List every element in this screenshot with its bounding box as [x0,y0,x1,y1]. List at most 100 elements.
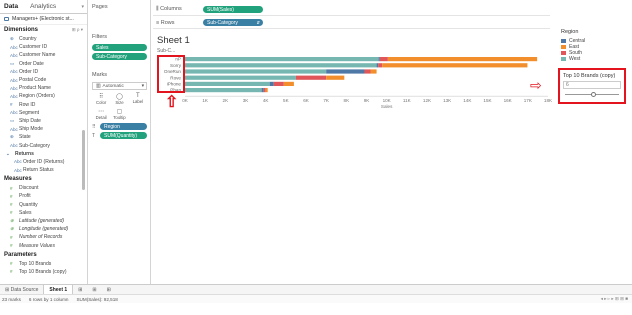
pages-drop-area[interactable] [89,12,150,26]
bar-segment[interactable] [387,57,538,62]
sum-quantity-pill[interactable]: SUM(Quantity) [100,132,147,139]
bar-segment[interactable] [382,63,528,68]
bar-chart: nPSorryOneRunRoveiPhonePhan0K 1K 2K 3K 4K 5K 6… [164,57,553,109]
parameter-field[interactable]: # Top 10 Brands (copy) [0,268,87,276]
measure-field[interactable]: # Profit [0,192,87,200]
status-nav-icons[interactable]: ◂ ▸ ▹ ▸ ⊞ ⊞ ■ [601,296,628,302]
measure-field[interactable]: # Measure Values [0,242,87,250]
measure-field[interactable]: # Discount [0,184,87,192]
tab-data[interactable]: Data [4,3,18,10]
returns-field[interactable]: Abc Return Status [0,166,87,174]
group-expand-icon[interactable]: ⌄ [6,151,15,157]
columns-pill[interactable]: SUM(Sales) [203,6,263,13]
color-button[interactable]: ⠿ Color [92,93,110,105]
cards-column: Pages Filters Sales Sub-Category Marks ▥… [89,0,151,284]
bar-segment[interactable] [283,81,294,86]
rows-shelf[interactable]: ≡ Rows Sub-Category ⇵ [153,17,550,29]
bar-segment[interactable] [185,63,377,68]
bar-segment[interactable] [185,75,296,80]
new-story-icon[interactable]: ⊞ [102,287,116,293]
bar-segment[interactable] [295,75,327,80]
field-label: Segment [19,109,40,116]
tab-data-source[interactable]: ⊞ Data Source [0,287,43,293]
parameter-control: Top 10 Brands (copy) 6 [558,68,626,104]
data-pane-scrollbar[interactable] [82,130,85,190]
bar-segment[interactable] [185,81,270,86]
parameter-input[interactable]: 6 [563,81,621,89]
datasource-item[interactable]: Managers+ (Electronic st... [0,14,87,25]
bar-segment[interactable] [185,88,262,93]
dimension-field[interactable]: Abc Customer ID [0,43,87,51]
tab-analytics[interactable]: Analytics [30,3,56,10]
returns-field[interactable]: Abc Order ID (Returns) [0,158,87,166]
bar-segment[interactable] [376,63,379,68]
region-pill[interactable]: Region [100,123,147,130]
bar-segment[interactable] [326,69,365,74]
mark-type-select[interactable]: ▥ Automatic ▾ [92,82,147,90]
size-button[interactable]: ◯ Size [110,93,128,105]
bar-segment[interactable] [269,81,274,86]
field-label: Country [19,36,37,43]
dimension-field[interactable]: Abc Order ID [0,68,87,76]
new-worksheet-icon[interactable]: ⊞ [73,287,87,293]
status-rows-cols: 6 rows by 1 column [28,296,69,302]
measure-field[interactable]: ⊕ Latitude (generated) [0,217,87,225]
pane-menu-icon[interactable]: ▾ [81,4,84,10]
measure-field[interactable]: ⊕ Longitude (generated) [0,225,87,233]
columns-shelf[interactable]: ⫼ Columns SUM(Sales) [153,4,550,16]
x-tick-label: 15K [483,98,492,103]
returns-group[interactable]: ⌄ Returns [0,150,87,158]
bar-segment[interactable] [378,57,380,62]
measure-field[interactable]: # Quantity [0,201,87,209]
filter-pill-sales[interactable]: Sales [92,44,147,51]
measure-field[interactable]: # Sales [0,209,87,217]
dimension-field[interactable]: ▭ Ship Date [0,117,87,125]
mark-field-region[interactable]: ⠿ Region [92,123,147,130]
rows-pill[interactable]: Sub-Category ⇵ [203,19,263,26]
marks-card-title: Marks [92,72,107,78]
dimensions-tools[interactable]: ⊞ ρ ▾ [72,27,83,33]
dimension-field[interactable]: ▭ Order Date [0,60,87,68]
measures-title: Measures [4,176,32,183]
filter-pill-subcategory[interactable]: Sub-Category [92,53,147,60]
new-dashboard-icon[interactable]: ⊞ [87,287,101,293]
bar-segment[interactable] [273,81,284,86]
bar-segment[interactable] [378,63,383,68]
bar-segment[interactable] [379,57,388,62]
dimension-field[interactable]: ⊕ State [0,133,87,141]
parameter-slider[interactable] [563,91,621,97]
dimension-field[interactable]: Abc Product Name [0,84,87,92]
dimension-field[interactable]: # Row ID [0,101,87,109]
sort-icon[interactable]: ⇵ [257,20,260,25]
legend-item[interactable]: West [561,56,626,62]
slider-knob[interactable] [591,92,596,97]
dimension-field[interactable]: Abc Sub-Category [0,141,87,149]
bar-segment[interactable] [261,88,264,93]
mark-field-quantity[interactable]: T SUM(Quantity) [92,132,147,139]
field-label: Discount [19,185,39,192]
dimension-field[interactable]: Abc Postal Code [0,76,87,84]
bar-segment[interactable] [326,75,345,80]
dimension-field[interactable]: Abc Region (Orders) [0,92,87,100]
bar-segment[interactable] [265,88,268,93]
tooltip-button[interactable]: ▢ Tooltip [110,108,128,120]
dimension-field[interactable]: Abc Segment [0,109,87,117]
measure-field[interactable]: # Number of Records [0,233,87,241]
detail-button[interactable]: ⋯ Detail [92,108,110,120]
bar-segment[interactable] [364,69,371,74]
label-button[interactable]: T Label [129,93,147,105]
rows-label-text: Rows [160,19,175,26]
bar-segment[interactable] [263,88,266,93]
bar-segment[interactable] [185,69,327,74]
bar-segment[interactable] [185,57,379,62]
tab-sheet-1[interactable]: Sheet 1 [43,284,74,295]
field-type-icon: Abc [10,110,18,116]
bar-segment[interactable] [370,69,377,74]
field-label: Ship Mode [19,126,43,133]
dimensions-header: Dimensions ⊞ ρ ▾ [0,25,87,35]
field-label: Region (Orders) [19,93,55,100]
dimension-field[interactable]: ⊕ Country [0,35,87,43]
dimension-field[interactable]: Abc Ship Mode [0,125,87,133]
dimension-field[interactable]: Abc Customer Name [0,51,87,59]
parameter-field[interactable]: # Top 10 Brands [0,260,87,268]
